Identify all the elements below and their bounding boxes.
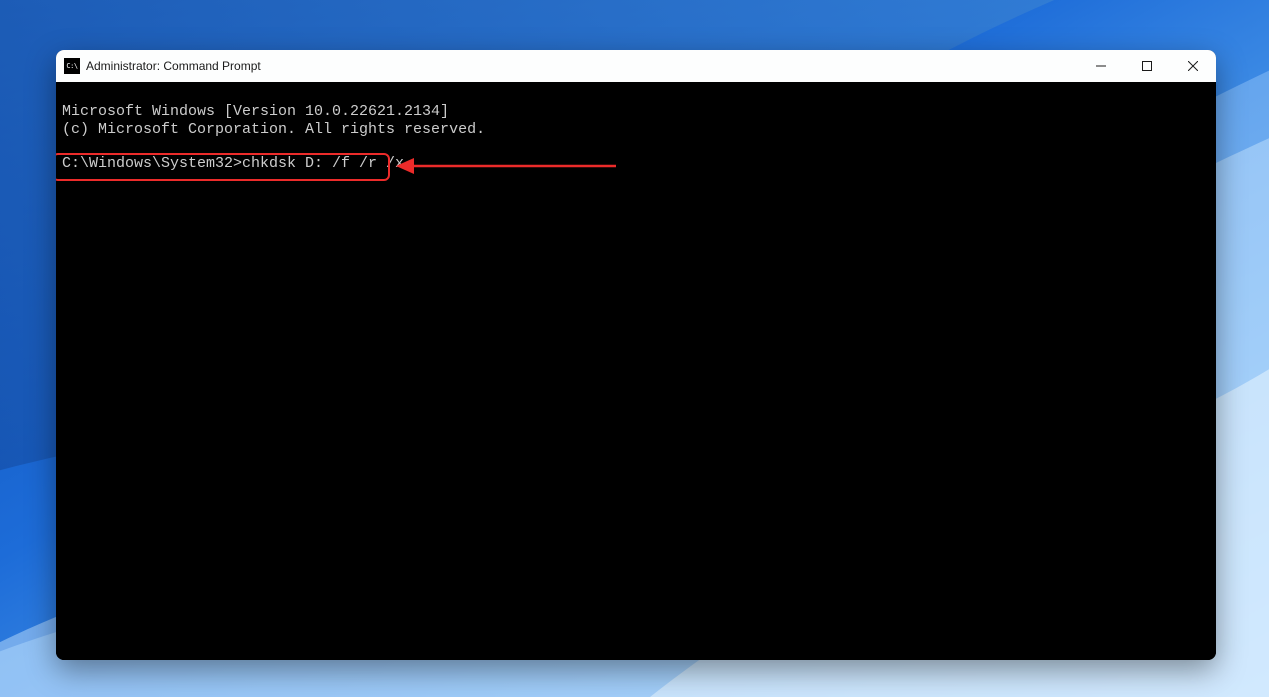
terminal-line: (c) Microsoft Corporation. All rights re…: [62, 121, 485, 138]
arrow-left-icon: [396, 154, 626, 178]
command-prompt-window: C:\ Administrator: Command Prompt Micros…: [56, 50, 1216, 660]
minimize-button[interactable]: [1078, 50, 1124, 82]
maximize-button[interactable]: [1124, 50, 1170, 82]
terminal-body[interactable]: Microsoft Windows [Version 10.0.22621.21…: [56, 82, 1216, 660]
close-button[interactable]: [1170, 50, 1216, 82]
window-controls: [1078, 50, 1216, 82]
redacted-output: [62, 190, 682, 640]
window-titlebar[interactable]: C:\ Administrator: Command Prompt: [56, 50, 1216, 82]
cursor-icon: [405, 166, 413, 169]
window-title: Administrator: Command Prompt: [86, 59, 261, 73]
cmd-icon: C:\: [64, 58, 80, 74]
terminal-line: Microsoft Windows [Version 10.0.22621.21…: [62, 103, 449, 120]
terminal-command: chkdsk D: /f /r /x: [242, 155, 404, 172]
terminal-prompt: C:\Windows\System32>: [62, 155, 242, 172]
